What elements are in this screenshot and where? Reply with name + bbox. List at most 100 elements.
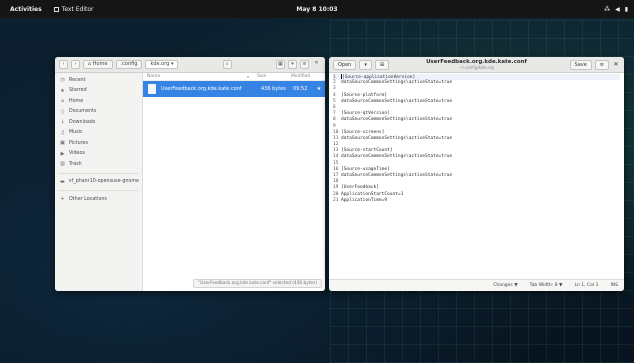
line-text: [Source-platform] <box>341 92 388 98</box>
changes-dropdown[interactable]: Changes ▼ <box>493 283 517 288</box>
line-text: dataSourceCommonSettings\activeState=tru… <box>341 173 453 178</box>
menu-button[interactable]: ≡ <box>594 59 609 70</box>
app-icon <box>53 6 59 12</box>
drive-icon: ▬ <box>60 178 65 185</box>
music-icon: ♫ <box>60 129 65 136</box>
line-text: [Source-startCount] <box>341 148 393 154</box>
sort-down-icon: ▾ <box>247 74 250 79</box>
app-menu[interactable]: Text Editor <box>53 5 94 13</box>
sidebar-item-label: Recent <box>69 77 86 83</box>
document-path: ~/.config/kde.org <box>459 65 494 70</box>
plus-icon: + <box>60 196 65 203</box>
close-button[interactable]: ✕ <box>612 61 620 68</box>
picture-icon: ▣ <box>60 140 65 147</box>
star-icon: ★ <box>60 87 65 94</box>
system-tray[interactable]: ⁂ ◀ ▮ <box>604 6 628 13</box>
view-grid-button[interactable]: ▦ <box>276 60 286 69</box>
activities-button[interactable]: Activities <box>10 6 42 13</box>
sidebar-item-documents[interactable]: ▯ Documents <box>55 107 142 118</box>
sidebar-item-label: Pictures <box>69 140 88 146</box>
column-size[interactable]: Size <box>257 74 291 79</box>
sidebar-item-label: Music <box>69 130 83 136</box>
file-modified: 09:52 <box>293 86 308 92</box>
close-button[interactable]: ✕ <box>312 60 321 69</box>
editor-text-area[interactable]: 1 [Source-applicationVersion] 2 dataSourceC… <box>329 73 624 279</box>
file-manager-sidebar: ◷ Recent ★ Starred ⌂ Home ▯ Documents ↓ … <box>55 73 155 291</box>
download-icon: ↓ <box>60 119 65 126</box>
close-icon: ✕ <box>613 61 619 68</box>
volume-icon: ◀ <box>615 5 620 13</box>
sidebar-item-label: Other Locations <box>69 196 107 202</box>
file-icon <box>148 84 156 94</box>
grid-icon: ▦ <box>278 61 283 67</box>
video-icon: ▶ <box>60 150 65 157</box>
sidebar-item-label: Downloads <box>69 119 96 125</box>
sidebar-separator <box>59 190 138 191</box>
chevron-down-icon: ▾ <box>291 61 294 67</box>
sidebar-item-trash[interactable]: ▥ Trash <box>55 159 142 170</box>
sidebar-item-label: Home <box>69 98 84 104</box>
sidebar-item-label: Videos <box>69 151 85 157</box>
breadcrumb-config[interactable]: .config <box>115 60 143 69</box>
sidebar-item-downloads[interactable]: ↓ Downloads <box>55 117 142 128</box>
open-menu-button[interactable]: ▾ <box>359 59 372 70</box>
sidebar-item-label: Documents <box>69 109 97 115</box>
sidebar-item-drive[interactable]: ▬ vf_phanr10-opensuse-gnome ⏏ <box>55 177 155 188</box>
view-options-button[interactable]: ▾ <box>288 60 298 69</box>
back-button[interactable]: ‹ <box>59 60 68 69</box>
sidebar-item-other-locations[interactable]: + Other Locations <box>55 194 142 205</box>
breadcrumb-kde-org[interactable]: kde.org ▾ <box>145 60 179 69</box>
line-text: ApplicationStartCount=1 <box>341 191 404 197</box>
open-button[interactable]: Open <box>333 59 357 70</box>
line-text: dataSourceCommonSettings\activeState=tru… <box>341 80 453 86</box>
column-header: Name ▾ Size Modified <box>143 73 325 81</box>
sidebar-item-videos[interactable]: ▶ Videos <box>55 149 142 160</box>
sidebar-item-home[interactable]: ⌂ Home <box>55 96 142 107</box>
window-title: UserFeedback.org.kde.kate.conf ~/.config… <box>426 59 527 70</box>
sidebar-item-recent[interactable]: ◷ Recent <box>55 75 142 86</box>
clock-icon: ◷ <box>60 77 65 84</box>
tab-width-dropdown[interactable]: Tab Width: 8 ▼ <box>530 283 563 288</box>
file-name: UserFeedback.org.kde.kate.conf <box>161 86 242 92</box>
text-editor-window: Open ▾ ⊞ UserFeedback.org.kde.kate.conf … <box>329 57 624 291</box>
sidebar-item-label: Starred <box>69 88 87 94</box>
line-text: [Source-screens] <box>341 129 385 135</box>
breadcrumb-home[interactable]: ⌂ Home <box>83 60 113 69</box>
line-text: dataSourceCommonSettings\activeState=tru… <box>341 135 453 141</box>
file-size: 436 bytes <box>261 86 286 92</box>
network-icon: ⁂ <box>604 5 611 13</box>
editor-statusbar: Changes ▼ Tab Width: 8 ▼ Ln 1, Col 1 INS <box>329 279 624 291</box>
line-text: [Source-usageTime] <box>341 166 390 172</box>
sidebar-item-label: Trash <box>69 161 82 167</box>
app-menu-label: Text Editor <box>61 5 94 13</box>
forward-button[interactable]: › <box>71 60 80 69</box>
star-icon[interactable]: ★ <box>313 86 325 92</box>
sidebar-item-starred[interactable]: ★ Starred <box>55 86 142 97</box>
new-tab-button[interactable]: ⊞ <box>374 59 390 70</box>
sidebar-item-pictures[interactable]: ▣ Pictures <box>55 138 142 149</box>
sidebar-item-music[interactable]: ♫ Music <box>55 128 142 139</box>
column-modified[interactable]: Modified <box>291 74 325 79</box>
text-editor-headerbar: Open ▾ ⊞ UserFeedback.org.kde.kate.conf … <box>329 57 624 73</box>
hamburger-icon: ≡ <box>302 61 307 67</box>
search-icon: ⌕ <box>225 61 229 67</box>
cursor-position[interactable]: Ln 1, Col 1 <box>574 283 598 288</box>
trash-icon: ▥ <box>60 161 65 168</box>
clock[interactable]: May 8 10:03 <box>296 6 337 13</box>
save-button[interactable]: Save <box>569 59 592 70</box>
line-text: [UserFeedback] <box>341 185 379 191</box>
open-button-label: Open <box>338 61 352 68</box>
sidebar-separator <box>59 172 138 174</box>
breadcrumb-home-label: Home <box>92 61 108 67</box>
menu-button[interactable]: ≡ <box>300 60 310 69</box>
editor-line[interactable]: 21 ApplicationTime=9 <box>333 198 620 204</box>
battery-icon: ▮ <box>624 5 628 13</box>
column-name[interactable]: Name <box>143 74 247 79</box>
sidebar-item-label: vf_phanr10-opensuse-gnome <box>68 179 139 185</box>
table-row[interactable]: UserFeedback.org.kde.kate.conf 436 bytes… <box>143 81 325 97</box>
chevron-down-icon: ▾ <box>364 61 367 68</box>
file-manager-headerbar: ‹ › ⌂ Home .config kde.org ▾ ⌕ ▦ ▾ ≡ ✕ <box>55 57 325 73</box>
line-text: ApplicationTime=9 <box>341 197 388 203</box>
breadcrumb-kde-org-label: kde.org <box>150 61 170 67</box>
search-button[interactable]: ⌕ <box>222 60 232 69</box>
